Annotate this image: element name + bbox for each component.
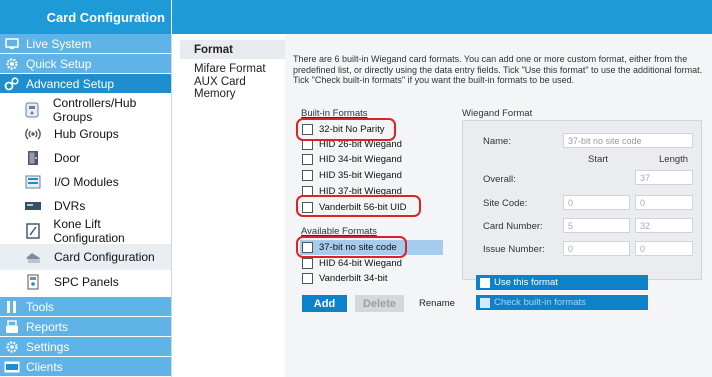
sidebar-item-card-configuration[interactable]: Card Configuration	[0, 244, 171, 270]
card-number-start-field[interactable]: 5	[563, 218, 630, 233]
overall-length-field[interactable]: 37	[635, 170, 693, 185]
checkbox[interactable]	[302, 153, 313, 165]
nav-clients[interactable]: Clients	[0, 357, 171, 377]
nav-settings[interactable]: Settings	[0, 337, 171, 357]
issue-number-length-field[interactable]: 0	[635, 241, 693, 256]
builtin-format-item[interactable]: HID 34-bit Wiegand	[302, 152, 402, 166]
checkbox[interactable]	[302, 272, 313, 284]
nav-clients-label: Clients	[26, 359, 63, 374]
issue-number-start-field[interactable]: 0	[563, 241, 630, 256]
sidebar-item-door[interactable]: Door	[0, 146, 171, 170]
sidebar-item-dvrs[interactable]: DVRs	[0, 194, 171, 218]
sidebar-item-label: Card Configuration	[54, 250, 155, 264]
door-icon	[24, 149, 42, 167]
top-header: Card Configuration	[0, 0, 712, 34]
sidebar-item-label: SPC Panels	[54, 275, 119, 289]
format-label: HID 35-bit Wiegand	[319, 169, 402, 181]
nav-quick-setup-label: Quick Setup	[26, 56, 92, 71]
settings-icon	[4, 339, 20, 355]
available-format-item[interactable]: Vanderbilt 34-bit	[302, 271, 387, 285]
length-column-header: Length	[659, 154, 689, 165]
nav-live-system[interactable]: Live System	[0, 34, 171, 54]
sidebar-item-label: Kone Lift Configuration	[53, 217, 125, 245]
check-builtin-formats-toggle[interactable]: Check built-in formats	[476, 295, 648, 310]
intro-text: There are 6 built-in Wiegand card format…	[293, 54, 703, 85]
name-field[interactable]: 37-bit no site code	[563, 133, 693, 148]
spc-panel-icon	[24, 273, 42, 291]
monitor-icon	[4, 36, 20, 52]
sidebar-item-kone-lift[interactable]: Kone Lift Configuration	[0, 217, 171, 245]
sidebar: Live System Quick Setup Advanced Setup C…	[0, 34, 172, 377]
start-column-header: Start	[588, 154, 609, 165]
use-this-format-toggle[interactable]: Use this format	[476, 275, 648, 290]
checkbox[interactable]	[480, 277, 490, 288]
card-config-icon	[24, 248, 42, 266]
available-format-item[interactable]: HID 64-bit Wiegand	[302, 256, 402, 270]
subnav-aux-card-memory[interactable]: AUX Card Memory	[180, 76, 285, 100]
page-title: Card Configuration	[46, 9, 165, 25]
subnav-format[interactable]: Format	[180, 40, 285, 59]
nav-advanced-setup-label: Advanced Setup	[26, 76, 115, 91]
card-number-length-field[interactable]: 32	[635, 218, 693, 233]
add-button[interactable]: Add	[302, 295, 347, 312]
annotation-ring	[296, 195, 421, 217]
site-code-start-field[interactable]: 0	[563, 195, 630, 210]
format-label: HID 34-bit Wiegand	[319, 153, 402, 165]
sidebar-item-controllers[interactable]: Controllers/Hub Groups	[0, 96, 171, 124]
nav-tools[interactable]: Tools	[0, 297, 171, 317]
tools-icon	[4, 299, 20, 315]
nav-reports[interactable]: Reports	[0, 317, 171, 337]
annotation-ring	[296, 118, 396, 141]
site-code-length-field[interactable]: 0	[635, 195, 693, 210]
title-box: Card Configuration	[0, 0, 172, 34]
controller-icon	[24, 101, 41, 119]
gear-icon	[4, 56, 20, 72]
gears-icon	[4, 76, 20, 92]
issue-number-label: Issue Number:	[483, 244, 545, 255]
sidebar-item-label: Hub Groups	[54, 127, 119, 141]
wiegand-format-title: Wiegand Format	[462, 108, 533, 119]
nav-live-system-label: Live System	[26, 36, 92, 51]
checkbox[interactable]	[302, 257, 313, 269]
annotation-ring	[296, 236, 407, 258]
sidebar-item-io-modules[interactable]: I/O Modules	[0, 170, 171, 194]
wireless-hub-icon	[24, 125, 42, 143]
nav-tools-label: Tools	[26, 299, 55, 314]
rename-button[interactable]: Rename	[407, 296, 467, 311]
site-code-label: Site Code:	[483, 198, 528, 209]
sidebar-item-hub-groups[interactable]: Hub Groups	[0, 122, 171, 146]
wiegand-format-panel: Name: 37-bit no site code Start Length O…	[462, 120, 702, 280]
reports-icon	[4, 319, 20, 335]
content-panel: There are 6 built-in Wiegand card format…	[285, 34, 712, 377]
checkbox[interactable]	[302, 169, 313, 181]
card-number-label: Card Number:	[483, 221, 543, 232]
sidebar-item-label: Controllers/Hub Groups	[52, 96, 137, 124]
nav-quick-setup[interactable]: Quick Setup	[0, 54, 171, 74]
checkbox[interactable]	[480, 297, 490, 308]
clients-icon	[4, 359, 20, 375]
delete-button[interactable]: Delete	[355, 295, 404, 312]
sidebar-item-label: I/O Modules	[54, 175, 119, 189]
nav-advanced-setup[interactable]: Advanced Setup	[0, 74, 171, 94]
sidebar-item-label: Door	[54, 151, 81, 165]
name-label: Name:	[483, 136, 511, 147]
format-label: Vanderbilt 34-bit	[319, 272, 388, 284]
nav-settings-label: Settings	[26, 339, 70, 354]
use-this-format-label: Use this format	[494, 277, 558, 288]
format-label: HID 64-bit Wiegand	[319, 257, 402, 269]
sidebar-item-label: DVRs	[54, 199, 86, 213]
lift-icon	[24, 222, 41, 240]
overall-label: Overall:	[483, 174, 516, 185]
format-subnav: Format Mifare Format AUX Card Memory	[180, 40, 285, 100]
nav-reports-label: Reports	[26, 319, 69, 334]
sidebar-item-spc-panels[interactable]: SPC Panels	[0, 270, 171, 294]
builtin-format-item[interactable]: HID 35-bit Wiegand	[302, 168, 402, 182]
dvr-icon	[24, 197, 42, 215]
check-builtin-formats-label: Check built-in formats	[494, 297, 586, 308]
io-module-icon	[24, 173, 42, 191]
